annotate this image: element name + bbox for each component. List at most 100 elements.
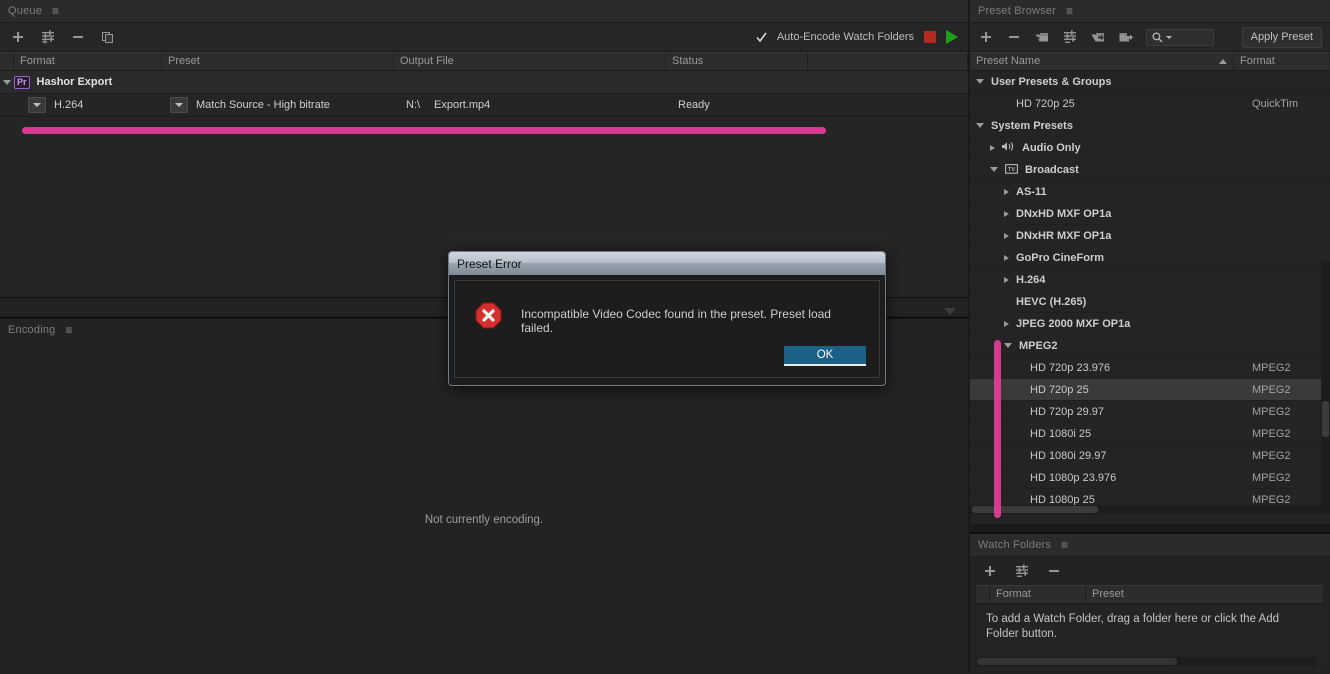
disclosure-closed-icon[interactable] (1004, 254, 1009, 261)
stop-queue-button[interactable] (924, 31, 936, 43)
delete-preset-button[interactable] (1006, 29, 1022, 45)
new-folder-button[interactable] (1034, 29, 1050, 45)
preset-item-label: User Presets & Groups (991, 75, 1112, 88)
preset-list-item[interactable]: HD 720p 29.97 MPEG2 (970, 401, 1330, 423)
remove-button[interactable] (70, 29, 86, 45)
preset-list-item[interactable]: HD 1080i 29.97 MPEG2 (970, 445, 1330, 467)
format-dropdown[interactable] (28, 97, 46, 113)
tab-watch-folders[interactable]: Watch Folders (978, 539, 1051, 551)
watch-col-preset[interactable]: Preset (1086, 586, 1324, 603)
disclosure-spacer-icon (1004, 299, 1009, 304)
queue-col-spacer (0, 53, 14, 70)
disclosure-closed-icon[interactable] (1004, 320, 1009, 327)
preset-list-item[interactable]: H.264 (970, 269, 1330, 291)
tab-encoding[interactable]: Encoding (8, 324, 55, 336)
preset-list-horizontal-scrollbar[interactable] (970, 505, 1330, 514)
add-preset-button[interactable] (40, 29, 56, 45)
add-watch-folder-button[interactable] (982, 563, 998, 579)
preset-settings-button[interactable] (1062, 29, 1078, 45)
pink-highlight-vertical (994, 340, 1001, 518)
preset-item-label: HD 1080p 25 (1030, 493, 1095, 506)
preset-list-item[interactable]: MPEG2 (970, 335, 1330, 357)
preset-list-item[interactable]: DNxHD MXF OP1a (970, 203, 1330, 225)
preset-list-item[interactable]: HD 1080i 25 MPEG2 (970, 423, 1330, 445)
preset-item-label: HD 1080i 25 (1030, 427, 1092, 440)
preset-list-item[interactable]: AS-11 (970, 181, 1330, 203)
preset-list-item[interactable]: JPEG 2000 MXF OP1a (970, 313, 1330, 335)
disclosure-closed-icon[interactable] (1004, 188, 1009, 195)
apply-preset-button[interactable]: Apply Preset (1241, 26, 1322, 48)
disclosure-closed-icon[interactable] (1004, 232, 1009, 239)
disclosure-open-icon[interactable] (1004, 343, 1012, 348)
preset-col-name[interactable]: Preset Name (970, 53, 1234, 70)
watch-folders-empty-area[interactable]: To add a Watch Folder, drag a folder her… (976, 604, 1324, 662)
import-preset-button[interactable] (1090, 29, 1106, 45)
tab-queue[interactable]: Queue (8, 5, 42, 17)
preset-list-vertical-scrollbar[interactable] (1321, 261, 1330, 514)
queue-group-row[interactable]: Pr Hashor Export (0, 71, 968, 94)
preset-browser-menu-icon[interactable]: ≡ (1066, 5, 1073, 17)
preset-list-item[interactable]: HEVC (H.265) (970, 291, 1330, 313)
preset-browser-panel: Preset Browser ≡ Apply Preset Preset Nam… (970, 0, 1330, 524)
preset-col-format[interactable]: Format (1234, 53, 1330, 70)
preset-list-item[interactable]: User Presets & Groups (970, 71, 1330, 93)
add-source-button[interactable] (10, 29, 26, 45)
disclosure-spacer-icon (1018, 365, 1023, 370)
premiere-pro-badge-icon: Pr (14, 75, 30, 89)
new-preset-button[interactable] (978, 29, 994, 45)
preset-list-item[interactable]: HD 1080p 23.976 MPEG2 (970, 467, 1330, 489)
watch-folders-menu-icon[interactable]: ≡ (1061, 539, 1068, 551)
export-preset-button[interactable] (1118, 29, 1134, 45)
preset-list-item[interactable]: HD 720p 25 QuickTim (970, 93, 1330, 115)
preset-list-item[interactable]: System Presets (970, 115, 1330, 137)
preset-item-label: HD 720p 23.976 (1030, 361, 1111, 374)
preset-list-item[interactable]: HD 720p 23.976 MPEG2 (970, 357, 1330, 379)
queue-col-preset[interactable]: Preset (162, 53, 394, 70)
preset-item-label: HD 720p 25 (1030, 383, 1089, 396)
disclosure-closed-icon[interactable] (1004, 210, 1009, 217)
queue-col-extra (808, 53, 968, 70)
preset-item-label: HD 1080p 23.976 (1030, 471, 1117, 484)
preset-item-format: MPEG2 (1252, 405, 1291, 418)
preset-list-item[interactable]: DNxHR MXF OP1a (970, 225, 1330, 247)
dialog-titlebar[interactable]: Preset Error (449, 252, 885, 275)
dialog-ok-button[interactable]: OK (784, 346, 866, 366)
search-input[interactable] (1146, 28, 1214, 46)
watch-col-format[interactable]: Format (990, 586, 1086, 603)
remove-watch-folder-button[interactable] (1046, 563, 1062, 579)
preset-item-format: MPEG2 (1252, 361, 1291, 374)
preset-list-item[interactable]: TV Broadcast (970, 159, 1330, 181)
encoding-panel-menu-icon[interactable]: ≡ (65, 324, 72, 336)
queue-col-status[interactable]: Status (666, 53, 808, 70)
chevron-down-icon[interactable] (944, 308, 956, 315)
disclosure-closed-icon[interactable] (1004, 276, 1009, 283)
queue-toolbar: Auto-Encode Watch Folders (0, 23, 968, 52)
preset-dropdown[interactable] (170, 97, 188, 113)
group-disclosure-icon[interactable] (0, 79, 14, 85)
queue-item-output-file[interactable]: Export.mp4 (434, 99, 678, 111)
queue-panel-menu-icon[interactable]: ≡ (52, 5, 59, 17)
disclosure-open-icon[interactable] (990, 167, 998, 172)
duplicate-button[interactable] (100, 29, 116, 45)
disclosure-open-icon[interactable] (976, 123, 984, 128)
disclosure-open-icon[interactable] (976, 79, 984, 84)
watch-folders-empty-message: To add a Watch Folder, drag a folder her… (986, 613, 1279, 640)
watch-folder-settings-button[interactable] (1014, 563, 1030, 579)
preset-item-label: H.264 (1016, 273, 1046, 286)
preset-list-item[interactable]: Audio Only (970, 137, 1330, 159)
preset-list[interactable]: User Presets & Groups HD 720p 25 QuickTim S… (970, 71, 1330, 514)
tab-preset-browser[interactable]: Preset Browser (978, 5, 1056, 17)
preset-list-item[interactable]: HD 720p 25 MPEG2 (970, 379, 1330, 401)
queue-item-row[interactable]: H.264 Match Source - High bitrate N:\ Ex… (0, 94, 968, 117)
auto-encode-checkbox[interactable] (756, 32, 767, 43)
preset-item-label: MPEG2 (1019, 339, 1058, 352)
disclosure-closed-icon[interactable] (990, 144, 995, 151)
start-queue-button[interactable] (946, 30, 958, 44)
queue-col-format[interactable]: Format (14, 53, 162, 70)
preset-item-label: HD 720p 29.97 (1030, 405, 1104, 418)
preset-item-label: System Presets (991, 119, 1073, 132)
watch-folders-horizontal-scrollbar[interactable] (976, 657, 1316, 666)
preset-list-item[interactable]: GoPro CineForm (970, 247, 1330, 269)
search-icon (1152, 31, 1163, 42)
queue-col-output-file[interactable]: Output File (394, 53, 666, 70)
